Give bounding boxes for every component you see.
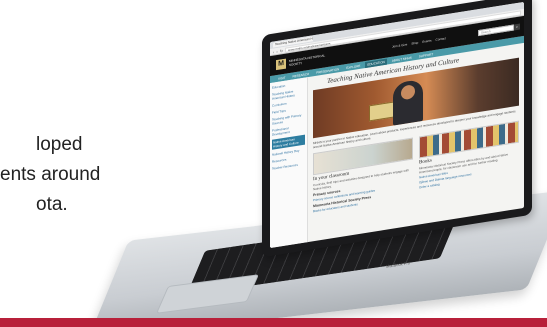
content-columns: In your classroom Curricula, field trips… <box>313 120 519 213</box>
main-content: Teaching Native American History and Cul… <box>308 43 524 242</box>
sidebar: Education Teaching Native American Histo… <box>270 77 308 249</box>
caption-line: ents around <box>0 164 101 185</box>
browser-window: Teaching Native American H... ‹ › ↻ www.… <box>270 1 524 249</box>
books-column: Books Minnesota Historical Society Press… <box>419 120 519 197</box>
forward-icon[interactable]: › <box>276 47 277 54</box>
site-logo-text[interactable]: MINNESOTA HISTORICAL SOCIETY <box>289 52 333 67</box>
hero-book-shape <box>369 101 395 122</box>
search-input[interactable]: Search <box>478 24 514 37</box>
caption-line: ota. <box>36 194 68 215</box>
back-icon[interactable]: ‹ <box>273 48 274 55</box>
reload-icon[interactable]: ↻ <box>280 47 283 55</box>
bottom-band <box>0 318 547 327</box>
util-link[interactable]: Join & Give <box>392 42 407 48</box>
caption-line: loped <box>36 134 83 155</box>
classroom-column: In your classroom Curricula, field trips… <box>313 137 413 213</box>
laptop-screen-bezel: Teaching Native American H... ‹ › ↻ www.… <box>262 0 532 258</box>
site-logo-icon[interactable]: M <box>276 58 286 71</box>
partial-caption: loped ents around ota. <box>0 130 160 220</box>
util-link[interactable]: Contact <box>436 36 446 42</box>
util-link[interactable]: Events <box>422 39 431 44</box>
utility-links: Join & Give Shop Events Contact <box>392 36 446 49</box>
search-icon[interactable]: ⌕ <box>514 23 520 31</box>
util-link[interactable]: Shop <box>411 41 418 46</box>
